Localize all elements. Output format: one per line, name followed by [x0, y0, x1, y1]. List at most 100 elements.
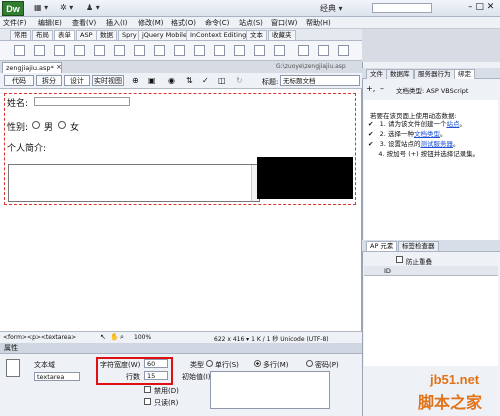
remove-icon[interactable]: –	[380, 84, 384, 93]
inspect-icon[interactable]: ⊕	[132, 76, 139, 85]
step-1: ✔ 1. 请为该文件创建一个站点。	[368, 120, 466, 128]
radio-group-icon[interactable]	[134, 45, 145, 56]
document-tab[interactable]: zengjiajiu.asp*	[2, 62, 62, 73]
insert-toolbar	[0, 41, 362, 61]
password-radio[interactable]	[306, 360, 313, 367]
highlight-box	[96, 357, 173, 385]
tab-databases[interactable]: 数据库	[386, 69, 414, 79]
tag-selector[interactable]: <form><p><textarea>	[3, 334, 76, 341]
status-bar: <form><p><textarea> ↖ ✋ ⌕ 100% 622 x 416…	[0, 331, 362, 343]
live-view-button[interactable]: 实时视图	[92, 75, 124, 86]
tab-files[interactable]: 文件	[366, 69, 387, 79]
image-field-icon[interactable]	[194, 45, 205, 56]
male-label: 男	[44, 123, 54, 133]
properties-header: 属性	[0, 343, 362, 354]
spry-textarea-icon[interactable]	[318, 45, 329, 56]
name-input[interactable]	[34, 97, 130, 106]
tab-ap-elements[interactable]: AP 元素	[366, 241, 398, 251]
spry-checkbox-icon[interactable]	[338, 45, 349, 56]
init-value-textarea[interactable]	[210, 371, 330, 409]
layout-icon[interactable]: ▦ ▾	[34, 3, 48, 14]
tab-layout[interactable]: 布局	[32, 30, 53, 40]
jump-menu-icon[interactable]	[174, 45, 185, 56]
user-icon[interactable]: ♟ ▾	[86, 3, 100, 14]
gender-label: 性别:	[7, 123, 29, 133]
menu-site[interactable]: 站点(S)	[239, 18, 263, 28]
code-view-button[interactable]: 代码	[4, 75, 34, 86]
disabled-checkbox[interactable]	[144, 386, 151, 393]
visual-aids-icon[interactable]: ◫	[218, 76, 226, 85]
design-view-button[interactable]: 设计	[64, 75, 90, 86]
search-input[interactable]	[372, 3, 432, 13]
type-label: 类型	[190, 361, 204, 369]
bindings-content: 若要在该页面上使用动态数据: ✔ 1. 请为该文件创建一个站点。 ✔ 2. 选择…	[364, 100, 498, 240]
spry-validation-icon[interactable]	[298, 45, 309, 56]
fieldset-icon[interactable]	[274, 45, 285, 56]
tab-incontext[interactable]: InContext Editing	[186, 30, 251, 40]
menu-view[interactable]: 查看(V)	[72, 18, 96, 28]
tab-bindings[interactable]: 绑定	[454, 69, 475, 79]
hand-tool-icon[interactable]: ✋	[110, 333, 119, 341]
label-icon[interactable]	[254, 45, 265, 56]
textarea-icon[interactable]	[74, 45, 85, 56]
file-management-icon[interactable]: ⇅	[186, 76, 193, 85]
document-size-info: 622 x 416 ▾ 1 K / 1 秒 Unicode (UTF-8)	[214, 336, 329, 343]
field-name-input[interactable]: textarea	[34, 372, 80, 381]
female-radio[interactable]	[58, 121, 66, 129]
form-icon[interactable]	[14, 45, 25, 56]
female-label: 女	[70, 123, 80, 133]
tab-common[interactable]: 常用	[10, 30, 31, 40]
menu-edit[interactable]: 编辑(E)	[38, 18, 62, 28]
radio-icon[interactable]	[114, 45, 125, 56]
zoom-tool-icon[interactable]: ⌕	[120, 333, 124, 342]
split-view-button[interactable]: 拆分	[36, 75, 62, 86]
title-input[interactable]: 无标题文档	[280, 75, 360, 86]
tab-asp[interactable]: ASP	[76, 30, 97, 40]
tab-favorites[interactable]: 收藏夹	[268, 30, 296, 40]
menu-insert[interactable]: 插入(I)	[106, 18, 128, 28]
select-tool-icon[interactable]: ↖	[100, 333, 106, 341]
prevent-overlap-checkbox[interactable]	[396, 256, 403, 263]
menu-help[interactable]: 帮助(H)	[306, 18, 331, 28]
select-icon[interactable]	[154, 45, 165, 56]
menu-window[interactable]: 窗口(W)	[271, 18, 297, 28]
menu-file[interactable]: 文件(F)	[3, 18, 27, 28]
single-line-radio[interactable]	[206, 360, 213, 367]
menu-commands[interactable]: 命令(C)	[205, 18, 229, 28]
file-field-icon[interactable]	[214, 45, 225, 56]
workspace-switcher[interactable]: 经典 ▾	[320, 3, 343, 14]
multi-line-radio[interactable]	[254, 360, 261, 367]
close-icon[interactable]: ×	[56, 63, 62, 71]
password-label: 密码(P)	[315, 361, 339, 369]
field-type-label: 文本域	[34, 361, 55, 369]
tab-jquery-mobile[interactable]: jQuery Mobile	[138, 30, 191, 40]
gear-icon[interactable]: ✲ ▾	[60, 3, 73, 14]
preview-icon[interactable]: ◉	[168, 76, 175, 85]
document-type: 文档类型: ASP VBScript	[396, 87, 469, 95]
checkbox-icon[interactable]	[94, 45, 105, 56]
multiscreen-icon[interactable]: ▣	[148, 76, 156, 85]
menu-format[interactable]: 格式(O)	[171, 18, 196, 28]
watermark-url: jb51.net	[430, 372, 480, 387]
tab-tag-inspector[interactable]: 标签检查器	[398, 241, 439, 251]
male-radio[interactable]	[32, 121, 40, 129]
hidden-field-icon[interactable]	[54, 45, 65, 56]
tab-text[interactable]: 文本	[246, 30, 267, 40]
design-canvas[interactable]: 姓名: 性别: 男 女 个人简介:	[0, 89, 362, 331]
testing-server-link[interactable]: 测试服务器	[420, 140, 453, 148]
tab-forms[interactable]: 表单	[54, 30, 75, 40]
button-icon[interactable]	[234, 45, 245, 56]
zoom-select[interactable]: 100%	[134, 334, 151, 341]
browser-check-icon[interactable]: ✓	[202, 76, 209, 85]
readonly-checkbox[interactable]	[144, 398, 151, 405]
add-icon[interactable]: +,	[366, 84, 375, 93]
intro-textarea[interactable]	[8, 164, 260, 202]
tab-data[interactable]: 数据	[96, 30, 117, 40]
tab-server-behaviors[interactable]: 服务器行为	[414, 69, 455, 79]
window-controls[interactable]: – □ ✕	[468, 2, 494, 12]
menu-modify[interactable]: 修改(M)	[138, 18, 164, 28]
textfield-icon[interactable]	[34, 45, 45, 56]
doctype-link[interactable]: 文档类型	[414, 130, 440, 138]
site-link[interactable]: 站点	[446, 120, 459, 128]
refresh-icon[interactable]: ↻	[236, 76, 243, 85]
